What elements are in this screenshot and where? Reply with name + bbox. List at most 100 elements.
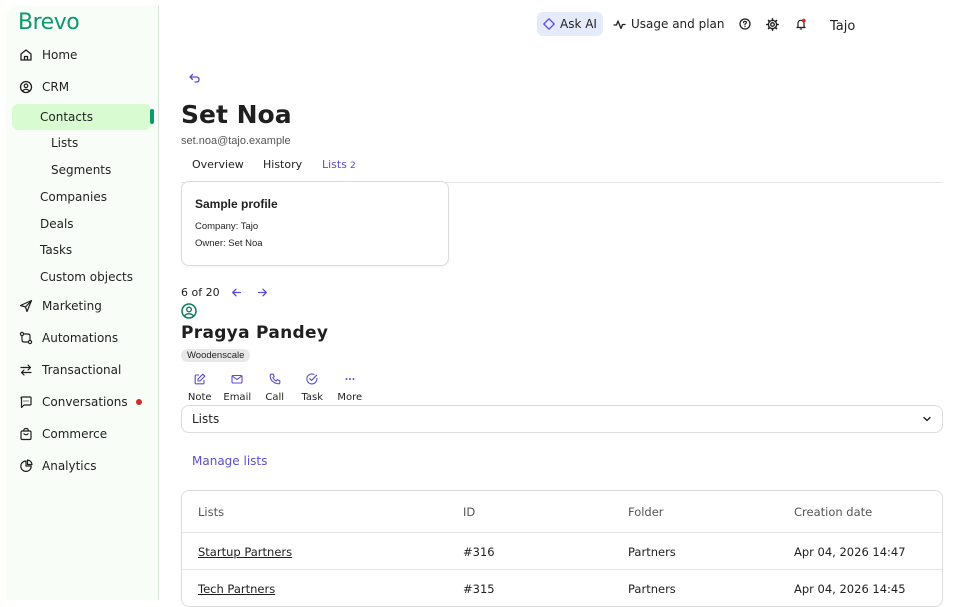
- back-button[interactable]: [188, 70, 204, 86]
- call-action[interactable]: Call: [256, 372, 294, 403]
- sidebar-item-conversations[interactable]: Conversations: [6, 389, 158, 415]
- sidebar-item-lists[interactable]: Lists: [6, 130, 203, 156]
- task-action[interactable]: Task: [294, 372, 332, 403]
- chat-icon: [18, 394, 34, 410]
- table-header-folder: Folder: [628, 505, 664, 519]
- user-circle-icon: [18, 79, 34, 95]
- list-id: #316: [463, 545, 495, 559]
- table-header-creation-date: Creation date: [794, 505, 873, 519]
- record-pager: 6 of 20: [181, 285, 270, 299]
- sidebar-item-label: Deals: [40, 217, 74, 231]
- arrow-right-icon[interactable]: [256, 285, 270, 299]
- user-circle-icon: [181, 303, 197, 319]
- email-action[interactable]: Email: [219, 372, 257, 403]
- sidebar-item-label: Companies: [40, 190, 107, 204]
- sidebar-item-label: Analytics: [42, 459, 97, 473]
- avatar: [181, 303, 197, 319]
- gear-icon[interactable]: [765, 16, 781, 32]
- check-circle-icon: [305, 372, 319, 386]
- send-icon: [18, 298, 34, 314]
- quick-actions: Note Email Call Task More: [181, 372, 369, 403]
- account-name[interactable]: Tajo: [830, 19, 855, 34]
- undo-arrow-icon: [189, 73, 200, 83]
- sidebar-item-crm[interactable]: CRM: [6, 74, 158, 100]
- action-label: Email: [223, 392, 252, 403]
- profile-owner: Owner: Set Noa: [195, 238, 263, 249]
- note-action[interactable]: Note: [181, 372, 219, 403]
- bell-icon[interactable]: [793, 16, 809, 32]
- tab-count-badge: 2: [349, 161, 356, 171]
- table-row: Startup Partners #316 Partners Apr 04, 2…: [182, 532, 942, 570]
- sidebar-item-deals[interactable]: Deals: [6, 211, 192, 237]
- tab-label: Overview: [192, 158, 244, 171]
- sidebar-item-segments[interactable]: Segments: [6, 157, 203, 183]
- sidebar-item-label: Marketing: [42, 299, 102, 313]
- contact-email: set.noa@tajo.example: [181, 135, 291, 147]
- profile-company: Company: Tajo: [195, 221, 259, 232]
- person-name: Pragya Pandey: [181, 323, 329, 343]
- list-creation-date: Apr 04, 2026 14:47: [794, 545, 906, 559]
- lists-section-label: Lists: [192, 412, 220, 426]
- ask-ai-button[interactable]: Ask AI: [537, 12, 603, 36]
- sidebar-item-label: Custom objects: [40, 270, 134, 284]
- sidebar-item-label: Automations: [42, 331, 119, 345]
- list-name-link[interactable]: Startup Partners: [198, 545, 292, 559]
- sidebar-item-label: Lists: [51, 136, 79, 150]
- active-indicator: [150, 109, 154, 124]
- action-label: Note: [187, 392, 212, 403]
- sidebar-item-commerce[interactable]: Commerce: [6, 421, 158, 447]
- page-title: Set Noa: [181, 100, 292, 129]
- tab-lists[interactable]: Lists 2: [322, 158, 356, 171]
- home-icon: [18, 47, 34, 63]
- sidebar-item-home[interactable]: Home: [6, 42, 158, 68]
- tab-overview[interactable]: Overview: [192, 158, 244, 171]
- sidebar-item-label: Conversations: [42, 395, 128, 409]
- edit-icon: [193, 372, 207, 386]
- ask-ai-label: Ask AI: [560, 17, 597, 31]
- tab-label: Lists: [322, 158, 347, 171]
- transfer-icon: [18, 362, 34, 378]
- phone-icon: [268, 372, 282, 386]
- sparkle-icon: [543, 18, 555, 30]
- sidebar-item-label: Commerce: [42, 427, 108, 441]
- sidebar-item-marketing[interactable]: Marketing: [6, 293, 158, 319]
- sidebar-item-transactional[interactable]: Transactional: [6, 357, 158, 383]
- sidebar-item-companies[interactable]: Companies: [6, 184, 192, 210]
- usage-and-plan-button[interactable]: Usage and plan: [613, 17, 725, 31]
- list-name-link[interactable]: Tech Partners: [198, 582, 275, 596]
- more-action[interactable]: More: [331, 372, 369, 403]
- manage-lists-link[interactable]: Manage lists: [192, 454, 267, 468]
- bag-icon: [18, 426, 34, 442]
- sidebar-item-automations[interactable]: Automations: [6, 325, 158, 351]
- action-label: Task: [301, 392, 324, 403]
- action-label: More: [337, 392, 363, 403]
- table-row: Tech Partners #315 Partners Apr 04, 2026…: [182, 569, 942, 606]
- chevron-down-icon: [920, 412, 934, 426]
- profile-tooltip-card: Sample profile Company: Tajo Owner: Set …: [181, 181, 449, 266]
- sidebar-item-tasks[interactable]: Tasks: [6, 237, 192, 263]
- lists-section-toggle[interactable]: Lists: [181, 405, 943, 433]
- arrow-left-icon[interactable]: [230, 285, 244, 299]
- tab-label: History: [263, 158, 303, 171]
- tab-history[interactable]: History: [263, 158, 302, 171]
- sidebar-item-analytics[interactable]: Analytics: [6, 453, 158, 479]
- table-header-id: ID: [463, 505, 476, 519]
- sidebar-item-label: Home: [42, 48, 78, 62]
- pie-chart-icon: [18, 458, 34, 474]
- tab-bar: Overview History Lists 2: [181, 158, 943, 183]
- table-header-lists: Lists: [198, 505, 225, 519]
- brevo-logo[interactable]: Brevo: [18, 10, 80, 35]
- activity-icon: [613, 19, 626, 29]
- sidebar-item-label: CRM: [42, 80, 70, 94]
- sidebar-item-label: Contacts: [40, 110, 93, 124]
- list-folder: Partners: [628, 545, 676, 559]
- company-tag[interactable]: Woodenscale: [181, 349, 251, 362]
- sidebar-item-contacts[interactable]: Contacts: [12, 104, 151, 130]
- help-icon[interactable]: [737, 16, 753, 32]
- list-creation-date: Apr 04, 2026 14:45: [794, 582, 906, 596]
- action-label: Call: [265, 392, 285, 403]
- list-id: #315: [463, 582, 495, 596]
- profile-card-title: Sample profile: [195, 197, 278, 211]
- sidebar-item-custom-objects[interactable]: Custom objects: [6, 264, 192, 290]
- notification-dot: [136, 399, 142, 405]
